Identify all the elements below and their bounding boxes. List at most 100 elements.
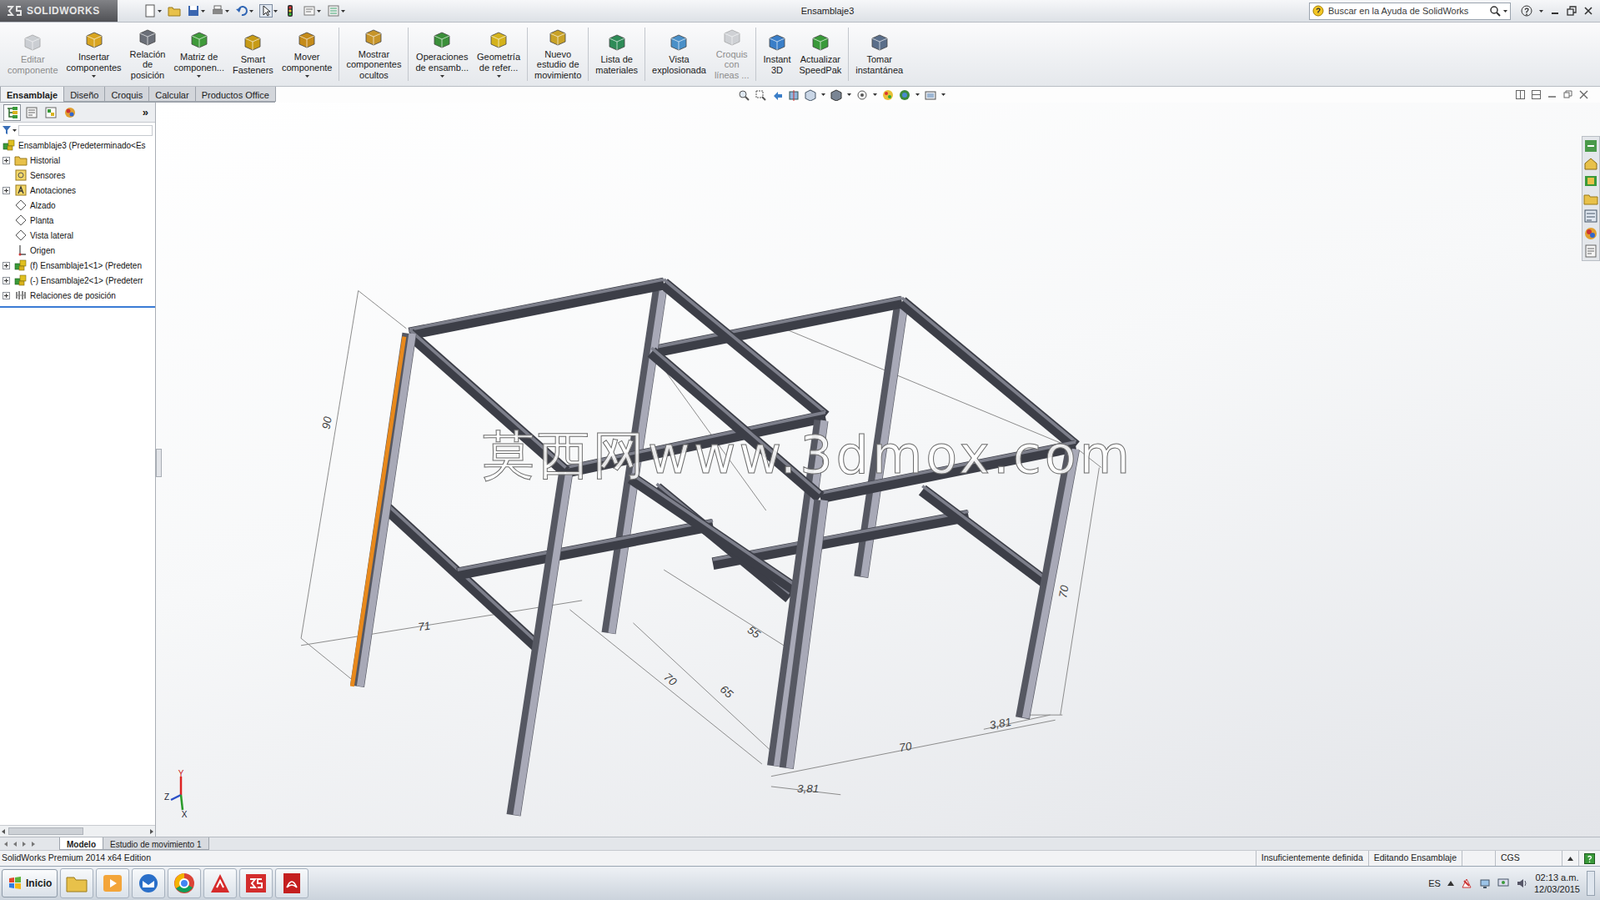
ribbon-button[interactable]: ActualizarSpeedPak bbox=[794, 22, 846, 86]
display-icon[interactable] bbox=[1497, 877, 1510, 889]
dropdown-arrow-icon[interactable] bbox=[341, 10, 346, 13]
dropdown-arrow-icon[interactable] bbox=[225, 10, 230, 13]
undo-icon[interactable] bbox=[235, 4, 249, 18]
scroll-right-icon[interactable] bbox=[148, 827, 156, 835]
taskbar-app[interactable] bbox=[60, 867, 94, 898]
dimension-label[interactable]: 90 bbox=[319, 415, 334, 431]
hide-show-icon[interactable] bbox=[856, 89, 868, 101]
tree-item[interactable]: (f) Ensamblaje1<1> (Predeten bbox=[0, 257, 156, 273]
dimension-label[interactable]: 70 bbox=[661, 670, 680, 688]
view-orientation-icon[interactable] bbox=[804, 89, 817, 101]
first-tab-icon[interactable] bbox=[2, 840, 10, 848]
tree-item[interactable]: Planta bbox=[0, 212, 156, 228]
quick-access-button[interactable] bbox=[326, 3, 347, 19]
tree-item[interactable]: Origen bbox=[0, 242, 156, 258]
scene-icon[interactable] bbox=[898, 89, 911, 101]
quick-access-button[interactable] bbox=[185, 3, 206, 19]
expand-icon[interactable] bbox=[2, 261, 11, 270]
dropdown-arrow-icon[interactable] bbox=[273, 10, 278, 13]
expand-icon[interactable] bbox=[2, 291, 11, 300]
command-tab[interactable]: Calcular bbox=[148, 86, 196, 102]
dropdown-arrow-icon[interactable] bbox=[941, 93, 946, 96]
ribbon-button[interactable]: Mostrarcomponentesocultos bbox=[341, 22, 406, 86]
scroll-left-icon[interactable] bbox=[0, 827, 7, 835]
appearances-icon[interactable] bbox=[1583, 225, 1599, 241]
ribbon-button[interactable]: Nuevoestudio demovimiento bbox=[530, 22, 586, 86]
start-button[interactable]: Inicio bbox=[1, 868, 58, 898]
network-icon[interactable] bbox=[1479, 877, 1491, 889]
tile-vertical-icon[interactable] bbox=[1531, 90, 1541, 100]
command-tab[interactable]: Croquis bbox=[104, 86, 150, 102]
new-document-icon[interactable] bbox=[143, 4, 157, 18]
filter-icon[interactable] bbox=[2, 125, 11, 135]
dropdown-arrow-icon[interactable] bbox=[200, 10, 206, 13]
expand-panel-button[interactable]: » bbox=[139, 104, 152, 121]
next-tab-icon[interactable] bbox=[20, 840, 28, 848]
magnifier-icon[interactable] bbox=[1489, 5, 1501, 17]
panel-scrollbar[interactable] bbox=[0, 824, 156, 837]
filter-field[interactable] bbox=[18, 125, 153, 136]
volume-icon[interactable] bbox=[1515, 877, 1528, 889]
model-tab[interactable]: Modelo bbox=[59, 837, 104, 850]
print-icon[interactable] bbox=[210, 4, 225, 18]
dropdown-arrow-icon[interactable] bbox=[305, 75, 310, 78]
resources-icon[interactable] bbox=[1583, 138, 1599, 154]
expand-icon[interactable] bbox=[2, 276, 11, 285]
dropdown-arrow-icon[interactable] bbox=[12, 129, 17, 132]
open-folder-icon[interactable] bbox=[167, 4, 181, 18]
dimension-label[interactable]: 3,81 bbox=[988, 715, 1013, 732]
taskbar-app[interactable] bbox=[131, 867, 166, 898]
select-icon[interactable] bbox=[259, 4, 273, 18]
ribbon-button[interactable]: Geometríade refer... bbox=[472, 22, 525, 86]
command-tab[interactable]: Diseño bbox=[63, 86, 106, 102]
quick-access-button[interactable] bbox=[282, 3, 298, 19]
zoom-fit-icon[interactable] bbox=[737, 89, 750, 101]
close-icon[interactable] bbox=[1583, 5, 1594, 16]
model-tab[interactable]: Estudio de movimiento 1 bbox=[102, 837, 210, 850]
viewport-close-icon[interactable] bbox=[1579, 90, 1589, 100]
dropdown-arrow-icon[interactable] bbox=[847, 93, 852, 96]
dropdown-arrow-icon[interactable] bbox=[440, 75, 445, 78]
save-icon[interactable] bbox=[186, 4, 201, 18]
selected-edge[interactable] bbox=[351, 336, 405, 687]
tree-item[interactable]: (-) Ensamblaje2<1> (Predeterr bbox=[0, 272, 156, 288]
command-tab[interactable]: Productos Office bbox=[195, 86, 276, 102]
previous-view-icon[interactable] bbox=[771, 89, 783, 101]
tree-item[interactable]: Historial bbox=[0, 152, 156, 168]
ribbon-button[interactable]: SmartFasteners bbox=[228, 22, 278, 86]
dimension-label[interactable]: 65 bbox=[717, 682, 737, 701]
dimension-label[interactable]: 3,81 bbox=[797, 782, 819, 795]
dropdown-arrow-icon[interactable] bbox=[872, 93, 878, 96]
quick-access-button[interactable] bbox=[301, 3, 322, 19]
ribbon-button[interactable]: Vistaexplosionada bbox=[647, 22, 711, 86]
units-menu[interactable] bbox=[1561, 850, 1579, 866]
scroll-thumb[interactable] bbox=[8, 827, 84, 835]
dimension-label[interactable]: 70 bbox=[897, 739, 913, 754]
tree-item[interactable]: Relaciones de posición bbox=[0, 287, 156, 303]
section-view-icon[interactable] bbox=[787, 89, 800, 101]
panel-tab[interactable] bbox=[41, 104, 60, 121]
display-style-icon[interactable] bbox=[830, 89, 843, 101]
viewport-restore-icon[interactable] bbox=[1563, 90, 1573, 100]
custom-properties-icon[interactable] bbox=[1583, 243, 1599, 259]
ribbon-button[interactable]: Movercomponente bbox=[277, 22, 337, 86]
panel-splitter[interactable] bbox=[155, 448, 162, 477]
tree-item[interactable]: Anotaciones bbox=[0, 182, 156, 198]
minimize-icon[interactable] bbox=[1549, 5, 1560, 16]
dropdown-arrow-icon[interactable] bbox=[196, 75, 201, 78]
ribbon-button[interactable]: Relacióndeposición bbox=[125, 22, 171, 86]
file-properties-icon[interactable] bbox=[302, 4, 316, 18]
up-arrow-icon[interactable] bbox=[1567, 856, 1574, 861]
dropdown-arrow-icon[interactable] bbox=[316, 10, 322, 13]
command-tab[interactable]: Ensamblaje bbox=[0, 86, 65, 102]
view-palette-icon[interactable] bbox=[1583, 208, 1599, 224]
dropdown-arrow-icon[interactable] bbox=[249, 10, 254, 13]
tree-item[interactable]: Alzado bbox=[0, 197, 156, 213]
dropdown-arrow-icon[interactable] bbox=[157, 10, 162, 13]
tile-horizontal-icon[interactable] bbox=[1515, 90, 1525, 100]
taskbar-app[interactable] bbox=[239, 867, 273, 898]
tree-item[interactable]: Sensores bbox=[0, 167, 156, 183]
taskbar-app[interactable] bbox=[203, 867, 237, 898]
previous-tab-icon[interactable] bbox=[11, 840, 19, 848]
dimension-label[interactable]: 71 bbox=[416, 618, 432, 633]
